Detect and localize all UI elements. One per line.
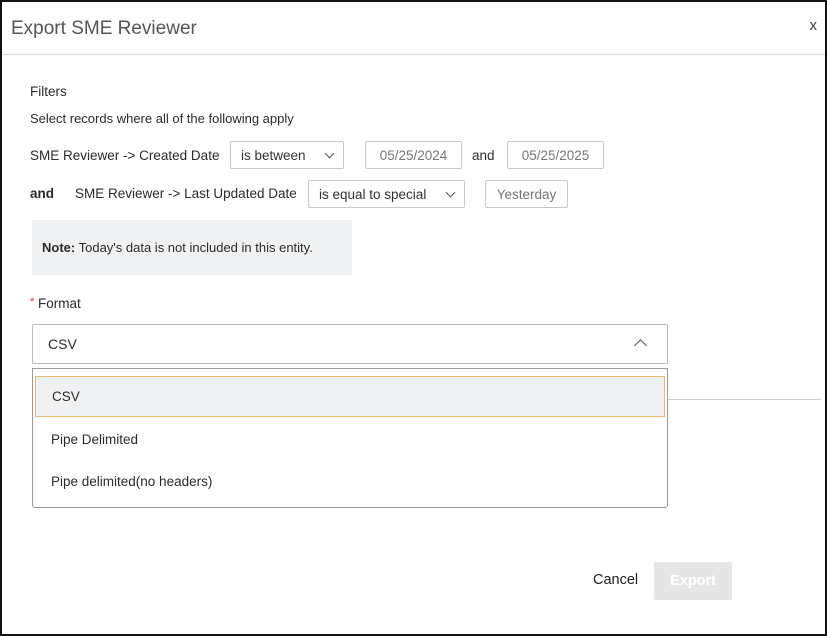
required-mark: * bbox=[30, 296, 35, 308]
between-joiner: and bbox=[472, 148, 495, 163]
date-from-input[interactable]: 05/25/2024 bbox=[365, 141, 462, 169]
format-select[interactable]: CSV bbox=[32, 324, 668, 364]
export-button[interactable]: Export bbox=[654, 562, 732, 600]
format-label: * Format bbox=[30, 296, 81, 311]
filters-heading: Filters bbox=[30, 84, 67, 99]
note-message: Today's data is not included in this ent… bbox=[78, 240, 313, 255]
filter-prefix-and: and bbox=[30, 186, 55, 201]
operator-select-last-updated-date[interactable]: is equal to special bbox=[308, 180, 465, 208]
filter-field-last-updated-date: SME Reviewer -> Last Updated Date bbox=[75, 186, 297, 201]
operator-value: is equal to special bbox=[319, 186, 427, 202]
special-date-input[interactable]: Yesterday bbox=[485, 180, 568, 208]
dialog-header: Export SME Reviewer x bbox=[2, 2, 825, 55]
format-option-pipe-delimited[interactable]: Pipe Delimited bbox=[35, 419, 665, 460]
filters-subheading: Select records where all of the followin… bbox=[30, 111, 294, 126]
format-option-csv[interactable]: CSV bbox=[35, 376, 665, 417]
note-label: Note: bbox=[42, 240, 76, 255]
dialog-title: Export SME Reviewer bbox=[11, 18, 197, 39]
filter-field-created-date: SME Reviewer -> Created Date bbox=[30, 148, 220, 163]
divider bbox=[668, 399, 821, 400]
operator-value: is between bbox=[241, 147, 306, 163]
format-dropdown-list: CSV Pipe Delimited Pipe delimited(no hea… bbox=[32, 368, 668, 508]
export-dialog: Export SME Reviewer x Filters Select rec… bbox=[0, 0, 827, 636]
format-selected-value: CSV bbox=[48, 336, 77, 352]
format-label-text: Format bbox=[38, 296, 81, 311]
chevron-up-icon bbox=[634, 339, 647, 352]
note-text: Note: Today's data is not included in th… bbox=[42, 240, 313, 255]
cancel-button[interactable]: Cancel bbox=[593, 572, 638, 588]
chevron-down-icon bbox=[324, 148, 335, 158]
operator-select-created-date[interactable]: is between bbox=[230, 141, 344, 169]
format-option-pipe-delimited-no-headers[interactable]: Pipe delimited(no headers) bbox=[35, 461, 665, 502]
chevron-down-icon bbox=[445, 187, 456, 197]
close-icon[interactable]: x bbox=[810, 18, 818, 33]
date-to-input[interactable]: 05/25/2025 bbox=[507, 141, 604, 169]
note-box: Note: Today's data is not included in th… bbox=[32, 220, 352, 275]
